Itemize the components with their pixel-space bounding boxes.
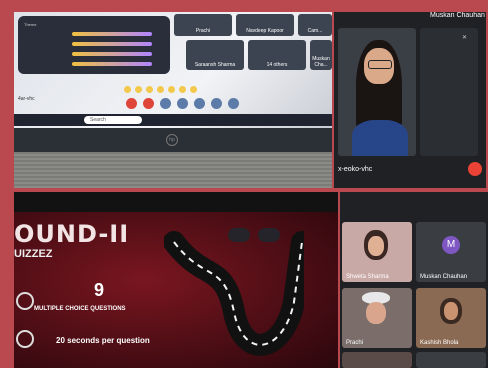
person-face — [366, 302, 386, 324]
participant-name: Shweta Sharma — [346, 274, 389, 280]
participant-tile: Cam... — [298, 14, 332, 36]
participant-name: Muskan Chauhan — [430, 12, 485, 19]
slider — [72, 32, 152, 36]
video-tile: Kashish Bhola — [416, 288, 486, 348]
road-graphic — [164, 231, 304, 356]
more-icon — [228, 98, 239, 109]
settings-popup: Theme — [18, 16, 170, 74]
emoji-icon — [135, 86, 142, 93]
person-face — [444, 302, 458, 320]
raise-hand-icon — [211, 98, 222, 109]
slider — [72, 62, 152, 66]
emoji-icon — [146, 86, 153, 93]
slider — [72, 42, 152, 46]
camera-icon — [143, 98, 154, 109]
video-tile — [416, 352, 486, 368]
emoji-icon — [179, 86, 186, 93]
video-tile — [338, 28, 416, 156]
meeting-controls — [126, 96, 256, 110]
quiz-slide: OUND-II UIZZEZ 9 MULTIPLE CHOICE QUESTIO… — [14, 192, 338, 368]
meeting-code: x-eoko-vhc — [338, 166, 373, 173]
slide-title: OUND-II — [14, 220, 130, 248]
taskbar: Search — [14, 114, 332, 126]
video-tile: M Muskan Chauhan — [416, 222, 486, 282]
video-tile: Prachi — [342, 288, 412, 348]
emoji-icon — [177, 98, 188, 109]
captions-icon — [160, 98, 171, 109]
tile-label: Muskan Cha... — [312, 56, 330, 68]
avatar: M — [442, 236, 460, 254]
time-per-question: 20 seconds per question — [56, 336, 150, 345]
mic-off-icon: ✕ — [462, 35, 468, 41]
emoji-icon — [157, 86, 164, 93]
tile-label: Saraansh Sharma — [194, 62, 236, 68]
meeting-code: 4ar-vhc — [18, 96, 35, 102]
person-face — [368, 236, 384, 256]
hp-logo: hp — [166, 134, 178, 146]
tile-label: Navdeep Kapoor — [246, 28, 284, 34]
participant-name: Prachi — [346, 340, 364, 346]
participant-name: Kashish Bhola — [420, 340, 459, 346]
glasses — [368, 60, 392, 69]
laptop-hinge — [14, 152, 332, 188]
laptop-photo: Theme Prachi Navdeep Kapoor Cam... Saraa… — [14, 12, 332, 188]
question-type: MULTIPLE CHOICE QUESTIONS — [34, 306, 126, 312]
tile-label: 14 others — [266, 62, 288, 68]
emoji-icon — [168, 86, 175, 93]
taskbar-search: Search — [84, 116, 142, 124]
emoji-icon — [124, 86, 131, 93]
emoji-icon — [190, 86, 197, 93]
reaction-bar — [124, 80, 234, 93]
participant-tile: Prachi — [174, 14, 232, 36]
video-tile: Shweta Sharma — [342, 222, 412, 282]
meet-view-top: Muskan Chauhan ✕ x-eoko-vhc — [334, 12, 486, 188]
tile-label: Prachi — [195, 28, 211, 34]
participant-tile: 14 others — [248, 40, 306, 70]
laptop-screen: Theme Prachi Navdeep Kapoor Cam... Saraa… — [14, 12, 332, 128]
participant-tile: Muskan Cha... — [310, 40, 332, 70]
participant-tile: Saraansh Sharma — [186, 40, 244, 70]
present-icon — [194, 98, 205, 109]
tile-label: Cam... — [307, 28, 323, 34]
timer-icon — [16, 330, 34, 348]
person-shirt — [352, 120, 408, 156]
slide-top-bar — [14, 192, 338, 212]
questions-icon — [16, 292, 34, 310]
video-tile: ✕ — [420, 28, 478, 156]
slider — [72, 52, 152, 56]
participant-name: Muskan Chauhan — [420, 274, 468, 280]
video-tile — [342, 352, 412, 368]
question-count: 9 — [94, 280, 105, 300]
participant-tile: Navdeep Kapoor — [236, 14, 294, 36]
slide-subtitle: UIZZEZ — [14, 248, 53, 260]
setting-label: Theme — [24, 22, 37, 27]
meet-view-grid: Shweta Sharma M Muskan Chauhan Prachi Ka… — [340, 192, 488, 368]
end-call-button[interactable] — [468, 162, 482, 176]
mic-icon — [126, 98, 137, 109]
